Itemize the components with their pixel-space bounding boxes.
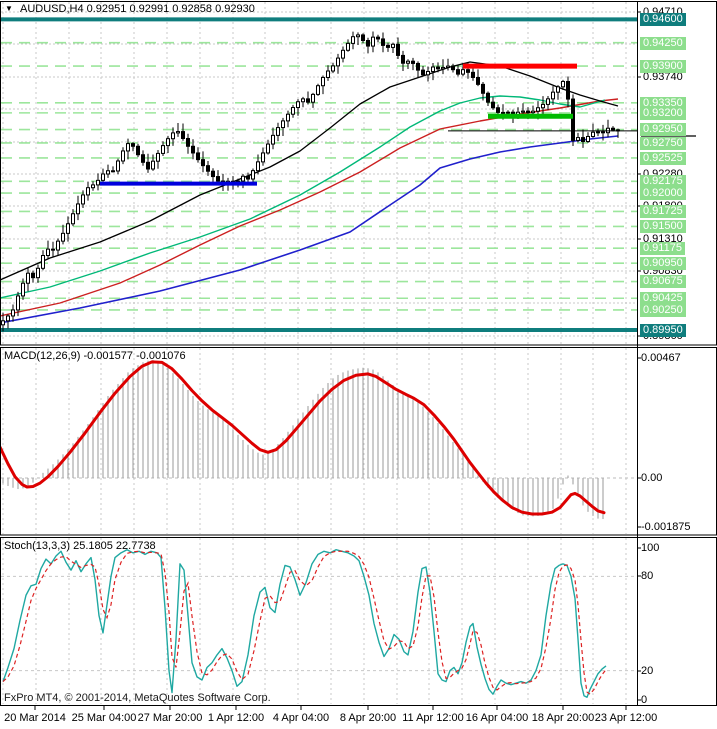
main-chart-canvas[interactable] <box>0 1 637 345</box>
mt4-chart-window: ▼ AUDUSD,H4 0.92951 0.92991 0.92858 0.92… <box>0 0 717 729</box>
macd-panel-canvas[interactable] <box>0 347 637 535</box>
price-axis[interactable] <box>637 1 717 705</box>
stoch-panel-canvas[interactable] <box>0 537 637 705</box>
time-axis[interactable] <box>0 705 717 729</box>
